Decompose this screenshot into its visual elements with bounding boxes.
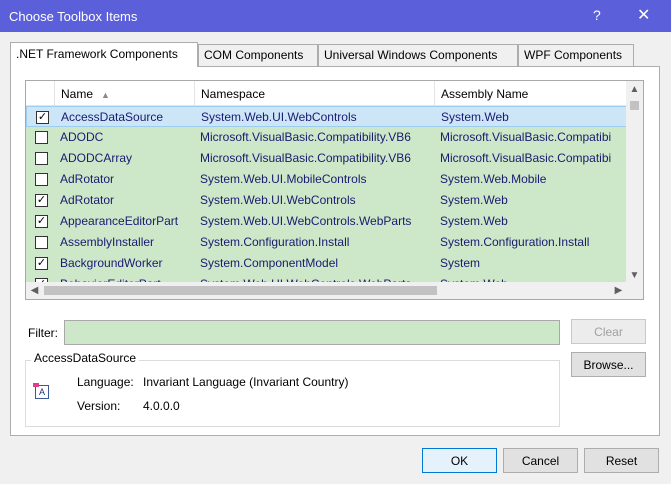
row-checkbox[interactable]: ✓	[35, 257, 48, 270]
language-value: Invariant Language (Invariant Country)	[143, 375, 349, 389]
list-header: Name ▲ Namespace Assembly Name	[26, 81, 627, 106]
scroll-left-icon[interactable]: ◀	[26, 282, 43, 299]
header-checkbox-column	[26, 81, 55, 106]
row-assembly: System.Configuration.Install	[440, 235, 590, 249]
table-row[interactable]: AdRotator System.Web.UI.MobileControls S…	[26, 169, 627, 190]
filter-input[interactable]	[64, 320, 560, 345]
info-group-title: AccessDataSource	[31, 351, 140, 365]
header-assembly-name[interactable]: Assembly Name	[435, 81, 627, 106]
language-label: Language:	[77, 375, 134, 389]
scroll-up-icon[interactable]: ▲	[626, 81, 643, 98]
version-value: 4.0.0.0	[143, 399, 180, 413]
row-name: AccessDataSource	[61, 110, 164, 124]
tab-universal-windows-components[interactable]: Universal Windows Components	[318, 44, 518, 66]
horizontal-scrollbar[interactable]: ◀ ▶	[26, 282, 627, 299]
row-name: ADODC	[60, 130, 104, 144]
row-assembly: System.Web	[440, 214, 508, 228]
component-icon: A	[33, 383, 49, 399]
clear-button[interactable]: Clear	[571, 319, 646, 344]
cancel-button[interactable]: Cancel	[503, 448, 578, 473]
row-namespace: System.Web.UI.MobileControls	[200, 172, 367, 186]
row-name: AppearanceEditorPart	[60, 214, 179, 228]
filter-label: Filter:	[28, 326, 58, 340]
row-namespace: System.Web.UI.WebControls.WebParts	[200, 214, 412, 228]
row-checkbox[interactable]	[35, 131, 48, 144]
row-name: AssemblyInstaller	[60, 235, 155, 249]
row-name: AdRotator	[60, 172, 115, 186]
row-checkbox[interactable]: ✓	[35, 215, 48, 228]
row-checkbox[interactable]: ✓	[35, 194, 48, 207]
components-list[interactable]: Name ▲ Namespace Assembly Name ✓ AccessDa…	[25, 80, 644, 300]
row-checkbox[interactable]	[35, 173, 48, 186]
horizontal-scroll-thumb[interactable]	[44, 286, 437, 295]
table-row[interactable]: ✓ AdRotator System.Web.UI.WebControls Sy…	[26, 190, 627, 211]
row-assembly: System.Web	[440, 193, 508, 207]
title-bar: Choose Toolbox Items ? ✕	[0, 0, 671, 32]
vertical-scroll-thumb[interactable]	[630, 101, 639, 110]
row-namespace: System.ComponentModel	[200, 256, 339, 270]
ok-button[interactable]: OK	[422, 448, 497, 473]
table-row[interactable]: ✓ AppearanceEditorPart System.Web.UI.Web…	[26, 211, 627, 232]
row-name: ADODCArray	[60, 151, 133, 165]
tab-wpf-components[interactable]: WPF Components	[518, 44, 634, 66]
vertical-scrollbar[interactable]: ▲ ▼	[626, 81, 643, 284]
tab-com-components[interactable]: COM Components	[198, 44, 318, 66]
header-name[interactable]: Name ▲	[55, 81, 195, 106]
header-namespace[interactable]: Namespace	[195, 81, 435, 106]
browse-button[interactable]: Browse...	[571, 352, 646, 377]
tab-net-framework-components[interactable]: .NET Framework Components	[10, 42, 198, 67]
header-name-label: Name	[61, 87, 94, 101]
scroll-right-icon[interactable]: ▶	[610, 282, 627, 299]
scrollbar-corner	[626, 282, 643, 299]
row-checkbox[interactable]	[35, 236, 48, 249]
version-label: Version:	[77, 399, 121, 413]
table-row[interactable]: ✓ AccessDataSource System.Web.UI.WebCont…	[26, 106, 627, 127]
row-assembly: Microsoft.VisualBasic.Compatibi	[440, 130, 612, 144]
header-namespace-label: Namespace	[201, 87, 266, 101]
row-namespace: System.Web.UI.WebControls	[201, 110, 357, 124]
row-name: AdRotator	[60, 193, 115, 207]
table-row[interactable]: ✓ BackgroundWorker System.ComponentModel…	[26, 253, 627, 274]
table-row[interactable]: ADODC Microsoft.VisualBasic.Compatibilit…	[26, 127, 627, 148]
close-icon[interactable]: ✕	[637, 5, 650, 25]
row-namespace: Microsoft.VisualBasic.Compatibility.VB6	[200, 130, 411, 144]
row-assembly: Microsoft.VisualBasic.Compatibi	[440, 151, 612, 165]
row-name: BackgroundWorker	[60, 256, 163, 270]
tab-panel: Name ▲ Namespace Assembly Name ✓ AccessDa…	[10, 66, 660, 436]
row-namespace: System.Web.UI.WebControls	[200, 193, 356, 207]
row-assembly: System.Web	[441, 110, 509, 124]
row-namespace: System.Configuration.Install	[200, 235, 350, 249]
reset-button[interactable]: Reset	[584, 448, 659, 473]
row-checkbox[interactable]	[35, 152, 48, 165]
help-icon[interactable]: ?	[593, 7, 601, 23]
component-info-group	[25, 360, 560, 427]
table-row[interactable]: ADODCArray Microsoft.VisualBasic.Compati…	[26, 148, 627, 169]
table-row[interactable]: AssemblyInstaller System.Configuration.I…	[26, 232, 627, 253]
window-title: Choose Toolbox Items	[9, 9, 138, 24]
header-assembly-label: Assembly Name	[441, 87, 529, 101]
row-namespace: Microsoft.VisualBasic.Compatibility.VB6	[200, 151, 411, 165]
row-assembly: System	[440, 256, 481, 270]
row-assembly: System.Web.Mobile	[440, 172, 547, 186]
row-checkbox[interactable]: ✓	[36, 111, 49, 124]
sort-ascending-icon: ▲	[101, 90, 110, 100]
